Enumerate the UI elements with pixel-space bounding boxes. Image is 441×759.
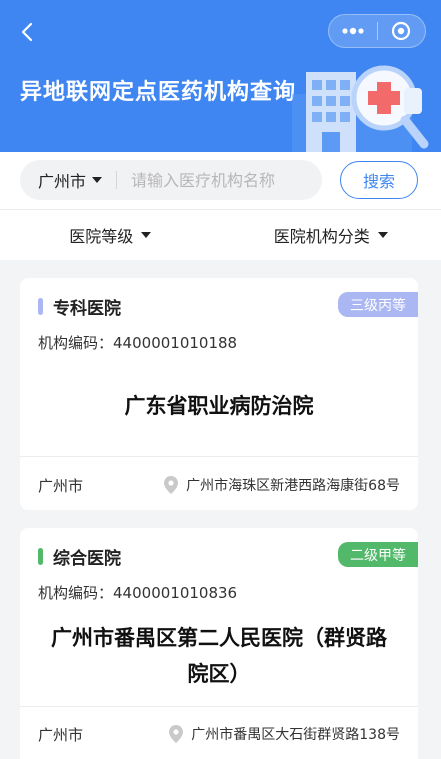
hospital-type: 专科医院 bbox=[38, 294, 121, 319]
city-dropdown-label: 广州市 bbox=[38, 172, 87, 191]
hospital-city: 广州市 bbox=[38, 726, 84, 744]
chevron-left-icon bbox=[21, 22, 33, 42]
location-pin-icon bbox=[164, 476, 179, 494]
caret-down-icon bbox=[377, 232, 388, 238]
caret-down-icon bbox=[92, 177, 103, 183]
search-input[interactable] bbox=[117, 170, 308, 190]
hospital-address: 广州市番禺区大石街群贤路138号 bbox=[169, 724, 400, 744]
hospital-level-badge: 二级甲等 bbox=[338, 542, 418, 567]
more-dots-icon bbox=[342, 27, 364, 35]
card-divider bbox=[20, 456, 418, 457]
caret-down-icon bbox=[141, 232, 152, 238]
search-button[interactable]: 搜索 bbox=[340, 161, 418, 199]
more-button[interactable] bbox=[329, 15, 377, 47]
filter-hospital-level[interactable]: 医院等级 bbox=[0, 210, 221, 260]
page-title: 异地联网定点医药机构查询 bbox=[20, 80, 297, 105]
filter-bar: 医院等级 医院机构分类 bbox=[0, 210, 441, 260]
location-pin-icon bbox=[169, 725, 184, 743]
type-indicator-bar bbox=[38, 298, 43, 315]
hospital-address-text: 广州市番禺区大石街群贤路138号 bbox=[191, 727, 400, 743]
institution-code-label: 机构编码： bbox=[38, 334, 114, 352]
target-icon bbox=[392, 21, 411, 41]
page-header: 异地联网定点医药机构查询 bbox=[0, 0, 441, 152]
institution-code-label: 机构编码： bbox=[38, 584, 114, 602]
institution-code-row: 机构编码：4400001010836 bbox=[38, 582, 237, 603]
hospital-illustration-icon bbox=[292, 65, 429, 152]
hospital-card[interactable]: 专科医院 三级丙等 机构编码：4400001010188 广东省职业病防治院 广… bbox=[20, 278, 418, 510]
mini-program-capsule bbox=[328, 14, 426, 48]
filter-institution-category[interactable]: 医院机构分类 bbox=[221, 210, 441, 260]
hospital-card[interactable]: 综合医院 二级甲等 机构编码：4400001010836 广州市番禺区第二人民医… bbox=[20, 528, 418, 759]
search-box: 广州市 bbox=[20, 160, 322, 200]
close-mini-program-button[interactable] bbox=[378, 15, 426, 47]
card-divider bbox=[20, 706, 418, 707]
hospital-level-badge: 三级丙等 bbox=[338, 292, 418, 317]
filter-hospital-level-label: 医院等级 bbox=[69, 227, 134, 246]
hospital-type: 综合医院 bbox=[38, 544, 121, 569]
hospital-name: 广州市番禺区第二人民医院（群贤路 院区） bbox=[34, 620, 404, 692]
hospital-address: 广州市海珠区新港西路海康街68号 bbox=[164, 475, 400, 495]
hospital-address-text: 广州市海珠区新港西路海康街68号 bbox=[186, 478, 400, 494]
institution-code: 4400001010188 bbox=[113, 334, 238, 352]
hospital-name-line: 广州市番禺区第二人民医院（群贤路 bbox=[51, 626, 387, 650]
hospital-name: 广东省职业病防治院 bbox=[124, 394, 314, 418]
filter-institution-category-label: 医院机构分类 bbox=[273, 227, 370, 246]
institution-code: 4400001010836 bbox=[113, 584, 238, 602]
back-button[interactable] bbox=[16, 20, 40, 44]
institution-code-row: 机构编码：4400001010188 bbox=[38, 332, 237, 353]
hospital-city: 广州市 bbox=[38, 477, 84, 495]
hospital-name-line: 院区） bbox=[187, 662, 251, 686]
hospital-type-label: 专科医院 bbox=[53, 299, 121, 319]
search-bar: 广州市 搜索 bbox=[0, 152, 441, 210]
type-indicator-bar bbox=[38, 548, 43, 565]
city-dropdown[interactable]: 广州市 bbox=[20, 168, 116, 192]
hospital-type-label: 综合医院 bbox=[53, 549, 121, 569]
